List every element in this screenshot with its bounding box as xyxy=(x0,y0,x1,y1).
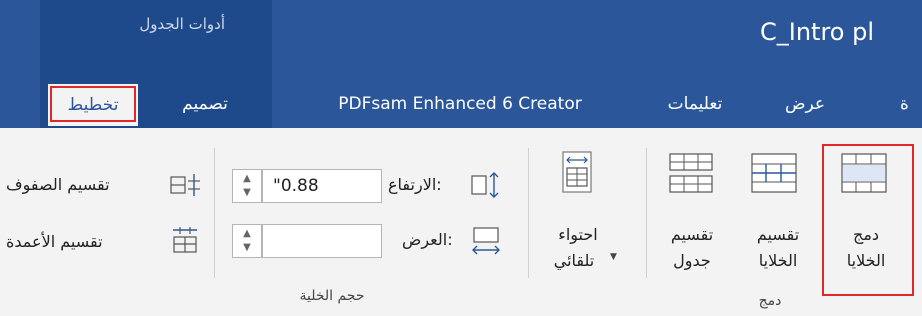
tab-help[interactable]: تعليمات xyxy=(655,84,735,124)
autofit-label-line2: تلقائي xyxy=(553,251,595,270)
height-label: الارتفاع: xyxy=(388,175,442,194)
split-table-button[interactable]: تقسيم جدول xyxy=(656,148,736,288)
split-cells-icon xyxy=(751,153,797,193)
merge-cells-label-line2: الخلايا xyxy=(846,251,886,270)
distribute-rows-icon[interactable] xyxy=(170,172,202,198)
cell-size-group-label: حجم الخلية xyxy=(299,288,365,304)
table-tools-title: أدوات الجدول xyxy=(139,15,225,33)
height-spinner[interactable]: ▲ ▼ xyxy=(232,169,262,203)
column-width-icon xyxy=(472,227,500,255)
tab-design[interactable]: تصميم xyxy=(160,84,250,124)
height-input[interactable]: "0.88 xyxy=(262,169,382,203)
spin-up-icon[interactable]: ▲ xyxy=(233,172,261,186)
split-table-icon xyxy=(669,153,713,193)
split-table-label-line2: جدول xyxy=(673,251,711,270)
autofit-label-line1: احتواء xyxy=(558,225,598,244)
spin-down-icon[interactable]: ▼ xyxy=(233,241,261,255)
document-title: C_Intro pl xyxy=(760,18,875,46)
merge-cells-icon xyxy=(841,153,887,193)
split-cells-button[interactable]: تقسيم الخلايا xyxy=(742,148,816,288)
split-cells-label-line2: الخلايا xyxy=(758,251,798,270)
distribute-rows-label[interactable]: تقسيم الصفوف xyxy=(6,175,110,194)
tab-pdfsam[interactable]: PDFsam Enhanced 6 Creator xyxy=(300,84,620,124)
dropdown-arrow-icon: ▼ xyxy=(610,252,617,262)
row-height-icon xyxy=(471,172,499,198)
separator xyxy=(214,148,215,278)
tab-partial[interactable]: ة xyxy=(900,84,922,124)
split-cells-label-line1: تقسيم xyxy=(756,225,800,244)
separator xyxy=(646,148,647,278)
distribute-columns-label[interactable]: تقسيم الأعمدة xyxy=(6,232,103,251)
split-table-label-line1: تقسيم xyxy=(670,225,714,244)
tab-layout-highlight xyxy=(50,86,136,122)
separator xyxy=(528,148,529,278)
width-label: العرض: xyxy=(402,230,453,249)
spin-down-icon[interactable]: ▼ xyxy=(233,186,261,200)
distribute-columns-icon[interactable] xyxy=(170,226,202,254)
width-spinner[interactable]: ▲ ▼ xyxy=(232,224,262,258)
merge-cells-label-line1: دمج xyxy=(852,225,880,244)
merge-cells-button[interactable]: دمج الخلايا xyxy=(826,148,910,288)
width-input[interactable] xyxy=(262,224,382,258)
merge-group-label: دمج xyxy=(758,293,782,309)
tab-view[interactable]: عرض xyxy=(775,84,835,124)
autofit-icon xyxy=(562,151,592,193)
autofit-button[interactable]: احتواء تلقائي ▼ xyxy=(538,148,638,288)
spin-up-icon[interactable]: ▲ xyxy=(233,227,261,241)
